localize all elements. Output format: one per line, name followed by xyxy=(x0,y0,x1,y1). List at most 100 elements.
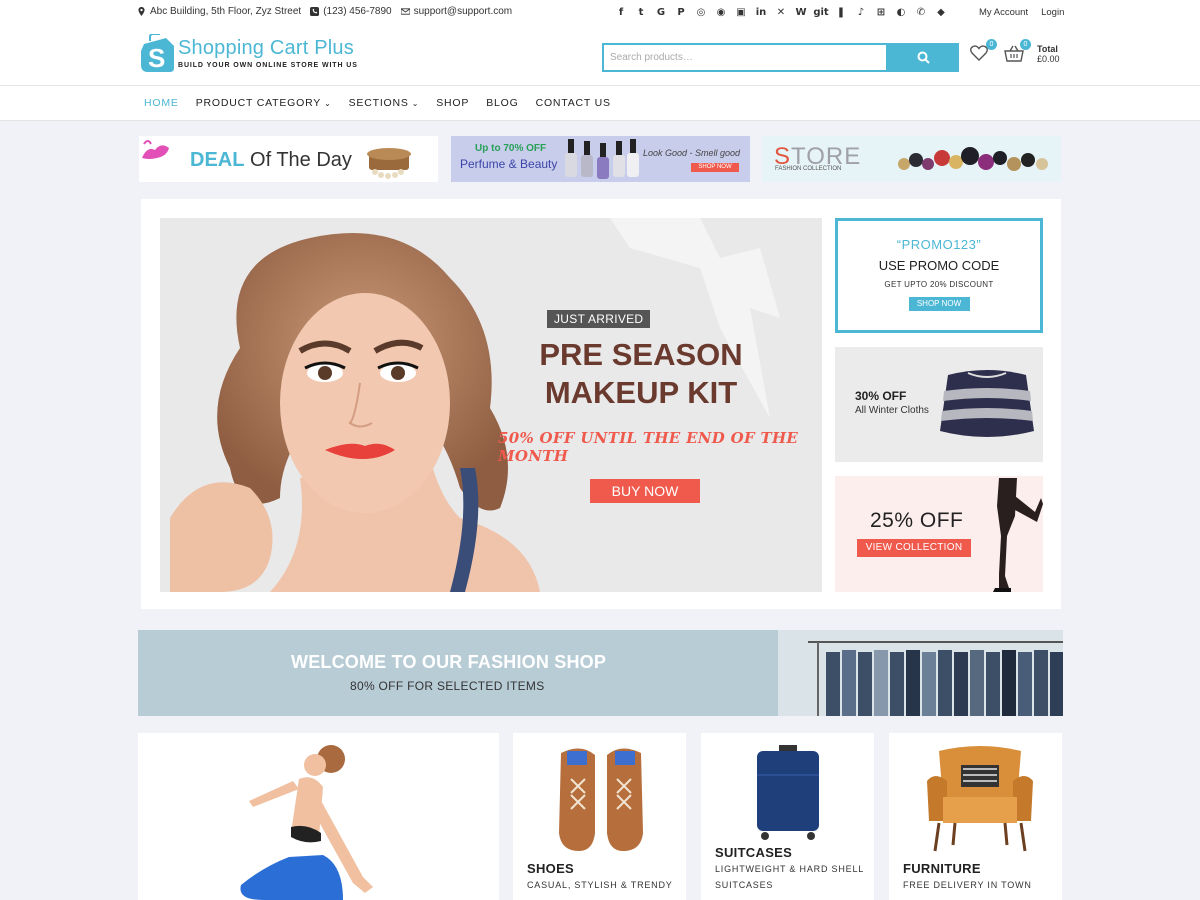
address-text: Abc Building, 5th Floor, Zyz Street xyxy=(150,6,302,17)
legs-illustration xyxy=(993,478,1043,592)
promo-shop-now-button[interactable]: SHOP NOW xyxy=(908,297,970,311)
promo-subtitle: GET UPTO 20% DISCOUNT xyxy=(884,280,994,289)
nail-polish-illustration xyxy=(565,139,639,179)
shopping-bag-logo-icon: S xyxy=(141,34,174,73)
deal-of-the-day-banner[interactable]: DEAL Of The Day xyxy=(139,136,438,182)
logo-tagline: BUILD YOUR OWN ONLINE STORE WITH US xyxy=(178,62,358,69)
category-title-suitcases: SUITCASES xyxy=(715,845,793,860)
category-subtitle-suitcases-1: LIGHTWEIGHT & HARD SHELL xyxy=(715,864,865,874)
perfume-beauty-banner[interactable]: Up to 70% OFF Perfume & Beauty Look Good… xyxy=(451,136,750,182)
fitness-category-card[interactable] xyxy=(138,733,499,900)
wikipedia-icon[interactable]: W xyxy=(794,5,808,19)
my-account-link[interactable]: My Account xyxy=(979,7,1028,18)
category-subtitle-furniture: FREE DELIVERY IN TOWN xyxy=(903,880,1032,890)
winter-clothes-card[interactable]: 30% OFF All Winter Cloths xyxy=(835,347,1043,462)
whatsapp-icon[interactable]: ✆ xyxy=(914,5,928,19)
hero-offer-text: 50% OFF UNTIL THE END OF THE MONTH xyxy=(498,429,799,465)
collection-card[interactable]: 25% OFF VIEW COLLECTION xyxy=(835,476,1043,592)
tiktok-icon[interactable]: ♪ xyxy=(854,5,868,19)
welcome-banner[interactable]: WELCOME TO OUR FASHION SHOP 80% OFF FOR … xyxy=(138,630,1063,716)
nav-contact-us[interactable]: CONTACT US xyxy=(536,97,611,109)
category-subtitle-suitcases-2: SUITCASES xyxy=(715,880,774,890)
wishlist-button[interactable]: 0 xyxy=(970,39,997,67)
rss-icon[interactable]: ◐ xyxy=(894,5,908,19)
cart-total: Total £0.00 xyxy=(1037,44,1060,64)
vine-icon[interactable]: ❚ xyxy=(834,5,848,19)
view-collection-button[interactable]: VIEW COLLECTION xyxy=(857,539,971,557)
cart-count-badge: 0 xyxy=(1020,39,1031,50)
xing-icon[interactable]: ✕ xyxy=(774,5,788,19)
flickr-icon[interactable]: ▣ xyxy=(734,5,748,19)
houzz-icon[interactable]: ⊞ xyxy=(874,5,888,19)
heart-icon xyxy=(970,45,988,61)
account-links: My Account Login xyxy=(979,7,1064,18)
nav-shop[interactable]: SHOP xyxy=(436,97,469,109)
phone-item[interactable]: (123) 456-7890 xyxy=(310,6,392,17)
social-links: f t G P ◎ ◉ ▣ in ✕ W git ❚ ♪ ⊞ ◐ ✆ ◆ xyxy=(614,5,948,19)
armchair-illustration xyxy=(927,746,1033,852)
welcome-title: WELCOME TO OUR FASHION SHOP xyxy=(291,652,607,672)
email-item[interactable]: support@support.com xyxy=(400,6,513,17)
promo-code-text: “PROMO123” xyxy=(896,237,982,252)
clothing-rack-illustration xyxy=(778,630,1063,716)
nav-blog[interactable]: BLOG xyxy=(486,97,518,109)
collection-discount: 25% OFF xyxy=(870,509,964,532)
twitter-icon[interactable]: t xyxy=(634,5,648,19)
git-icon[interactable]: git xyxy=(813,5,828,19)
promo-code-card: “PROMO123” USE PROMO CODE GET UPTO 20% D… xyxy=(835,218,1043,333)
category-title-shoes: SHOES xyxy=(527,861,575,876)
hero-title-line2: MAKEUP KIT xyxy=(544,375,738,410)
jewelry-box-illustration xyxy=(367,148,411,179)
winter-subtitle: All Winter Cloths xyxy=(855,405,929,416)
sweater-illustration xyxy=(940,370,1034,437)
winter-discount: 30% OFF xyxy=(855,389,907,403)
nav-home[interactable]: HOME xyxy=(144,97,179,109)
search-button[interactable] xyxy=(888,43,959,72)
contact-info: Abc Building, 5th Floor, Zyz Street (123… xyxy=(137,6,512,17)
google-plus-icon[interactable]: G xyxy=(654,5,668,19)
facebook-icon[interactable]: f xyxy=(614,5,628,19)
suitcases-category-card[interactable]: SUITCASES LIGHTWEIGHT & HARD SHELL SUITC… xyxy=(701,733,874,900)
email-text: support@support.com xyxy=(413,6,513,17)
dribbble-icon[interactable]: ◎ xyxy=(694,5,708,19)
chevron-down-icon: ⌄ xyxy=(324,99,332,108)
perfume-shop-now-button[interactable]: SHOP NOW xyxy=(691,163,739,172)
dropbox-icon[interactable]: ◆ xyxy=(934,5,948,19)
shoes-illustration xyxy=(559,748,643,851)
welcome-subtitle: 80% OFF FOR SELECTED ITEMS xyxy=(350,679,545,693)
cart-button[interactable]: 0 xyxy=(1004,39,1031,67)
perfume-title: Perfume & Beauty xyxy=(460,157,558,171)
nav-sections[interactable]: SECTIONS ⌄ xyxy=(349,97,420,109)
envelope-icon xyxy=(400,8,410,15)
athlete-illustration xyxy=(240,745,373,900)
cart-total-label: Total xyxy=(1037,44,1058,54)
nav-product-category[interactable]: PRODUCT CATEGORY ⌄ xyxy=(196,97,332,109)
instagram-icon[interactable]: ◉ xyxy=(714,5,728,19)
svg-text:S: S xyxy=(148,43,165,73)
store-fashion-banner[interactable]: STORE FASHION COLLECTION xyxy=(762,136,1061,182)
site-logo[interactable]: S Shopping Cart Plus BUILD YOUR OWN ONLI… xyxy=(138,34,358,74)
buy-now-button[interactable]: BUY NOW xyxy=(590,479,700,503)
shoes-category-card[interactable]: SHOES CASUAL, STYLISH & TRENDY xyxy=(513,733,686,900)
address-item: Abc Building, 5th Floor, Zyz Street xyxy=(137,6,301,17)
just-arrived-badge: JUST ARRIVED xyxy=(547,310,651,328)
furniture-category-card[interactable]: FURNITURE FREE DELIVERY IN TOWN xyxy=(889,733,1062,900)
search-form xyxy=(602,43,959,72)
phone-icon xyxy=(310,7,320,16)
category-subtitle-shoes: CASUAL, STYLISH & TRENDY xyxy=(527,880,673,890)
chevron-down-icon: ⌄ xyxy=(411,99,420,108)
phone-text: (123) 456-7890 xyxy=(323,6,392,17)
promo-title: USE PROMO CODE xyxy=(878,258,1000,273)
linkedin-icon[interactable]: in xyxy=(754,5,768,19)
perfume-tagline: Look Good - Smell good xyxy=(643,148,741,158)
main-navigation: HOME PRODUCT CATEGORY ⌄ SECTIONS ⌄ SHOP BL… xyxy=(0,85,1200,121)
category-title-furniture: FURNITURE xyxy=(903,861,981,876)
lips-illustration xyxy=(142,140,169,159)
search-input[interactable] xyxy=(602,43,888,72)
login-link[interactable]: Login xyxy=(1041,7,1064,18)
top-bar: Abc Building, 5th Floor, Zyz Street (123… xyxy=(0,0,1200,24)
pinterest-icon[interactable]: P xyxy=(674,5,688,19)
hero-slider: JUST ARRIVED PRE SEASON MAKEUP KIT 50% O… xyxy=(160,218,822,592)
deal-suffix: Of The Day xyxy=(250,149,352,171)
site-header: S Shopping Cart Plus BUILD YOUR OWN ONLI… xyxy=(0,24,1200,85)
